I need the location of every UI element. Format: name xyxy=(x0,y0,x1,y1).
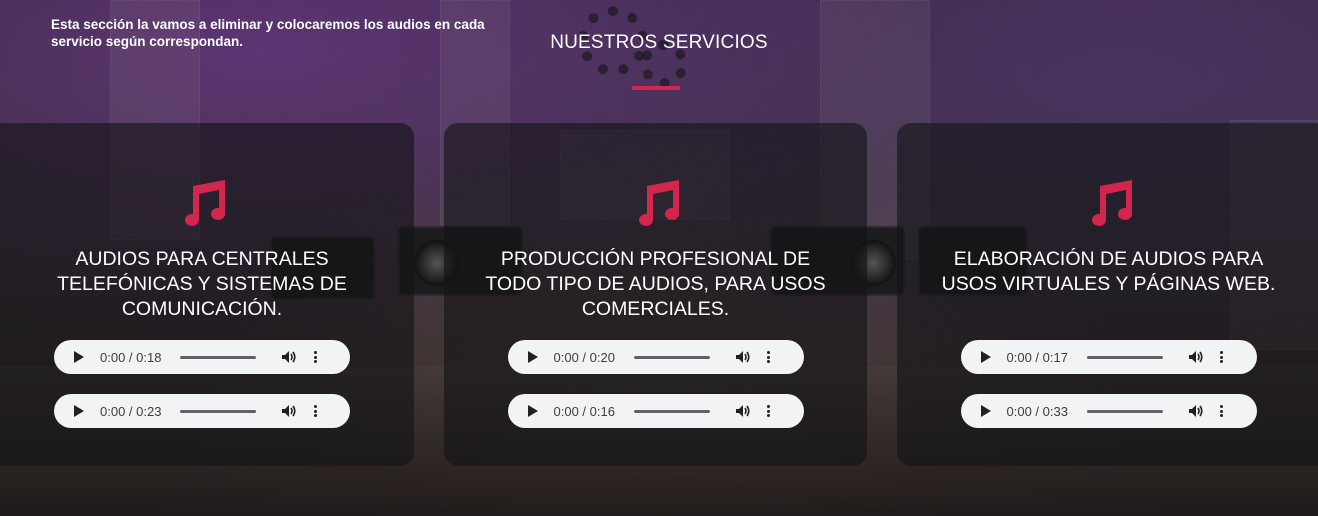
service-card-2: PRODUCCIÓN PROFESIONAL DE TODO TIPO DE A… xyxy=(444,123,867,466)
volume-icon[interactable] xyxy=(281,403,297,419)
audio-progress-slider[interactable] xyxy=(633,355,710,359)
audio-player[interactable]: 0:00 / 0:23 xyxy=(54,394,350,428)
audio-progress-slider[interactable] xyxy=(1086,409,1163,413)
service-title: ELABORACIÓN DE AUDIOS PARA USOS VIRTUALE… xyxy=(941,248,1276,295)
service-card-1: AUDIOS PARA CENTRALES TELEFÓNICAS Y SIST… xyxy=(0,123,414,466)
audio-player[interactable]: 0:00 / 0:33 xyxy=(960,394,1257,428)
volume-icon[interactable] xyxy=(281,349,297,365)
play-icon[interactable] xyxy=(527,351,538,363)
service-card-3: ELABORACIÓN DE AUDIOS PARA USOS VIRTUALE… xyxy=(897,123,1318,466)
audio-progress-slider[interactable] xyxy=(180,409,256,413)
service-title: PRODUCCIÓN PROFESIONAL DE TODO TIPO DE A… xyxy=(485,248,826,320)
audio-player[interactable]: 0:00 / 0:20 xyxy=(507,340,804,374)
audio-player[interactable]: 0:00 / 0:16 xyxy=(507,394,804,428)
audio-time: 0:00 / 0:17 xyxy=(1006,349,1068,365)
audio-player[interactable]: 0:00 / 0:18 xyxy=(54,340,350,374)
audio-progress-slider[interactable] xyxy=(1086,355,1163,359)
music-note-icon xyxy=(1091,180,1132,226)
audio-time: 0:00 / 0:23 xyxy=(100,403,162,419)
more-options-icon[interactable] xyxy=(1220,405,1224,417)
audio-progress-slider[interactable] xyxy=(180,355,256,359)
music-note-icon xyxy=(185,180,225,226)
volume-icon[interactable] xyxy=(1188,403,1204,419)
section-title: NUESTROS SERVICIOS xyxy=(550,32,768,53)
audio-player[interactable]: 0:00 / 0:17 xyxy=(960,340,1257,374)
more-options-icon[interactable] xyxy=(767,351,771,363)
more-options-icon[interactable] xyxy=(313,351,317,363)
more-options-icon[interactable] xyxy=(313,405,317,417)
volume-icon[interactable] xyxy=(735,403,751,419)
audio-progress-slider[interactable] xyxy=(633,409,710,413)
audio-time: 0:00 / 0:20 xyxy=(553,349,615,365)
play-icon[interactable] xyxy=(980,405,991,417)
music-note-icon xyxy=(638,180,679,226)
title-underline xyxy=(632,86,680,90)
volume-icon[interactable] xyxy=(1188,349,1204,365)
play-icon[interactable] xyxy=(980,351,991,363)
volume-icon[interactable] xyxy=(735,349,751,365)
audio-time: 0:00 / 0:18 xyxy=(100,349,162,365)
play-icon[interactable] xyxy=(74,351,84,363)
audio-time: 0:00 / 0:16 xyxy=(553,403,615,419)
play-icon[interactable] xyxy=(74,405,84,417)
play-icon[interactable] xyxy=(527,405,538,417)
service-title: AUDIOS PARA CENTRALES TELEFÓNICAS Y SIST… xyxy=(57,248,347,320)
audio-time: 0:00 / 0:33 xyxy=(1006,403,1068,419)
more-options-icon[interactable] xyxy=(767,405,771,417)
more-options-icon[interactable] xyxy=(1220,351,1224,363)
